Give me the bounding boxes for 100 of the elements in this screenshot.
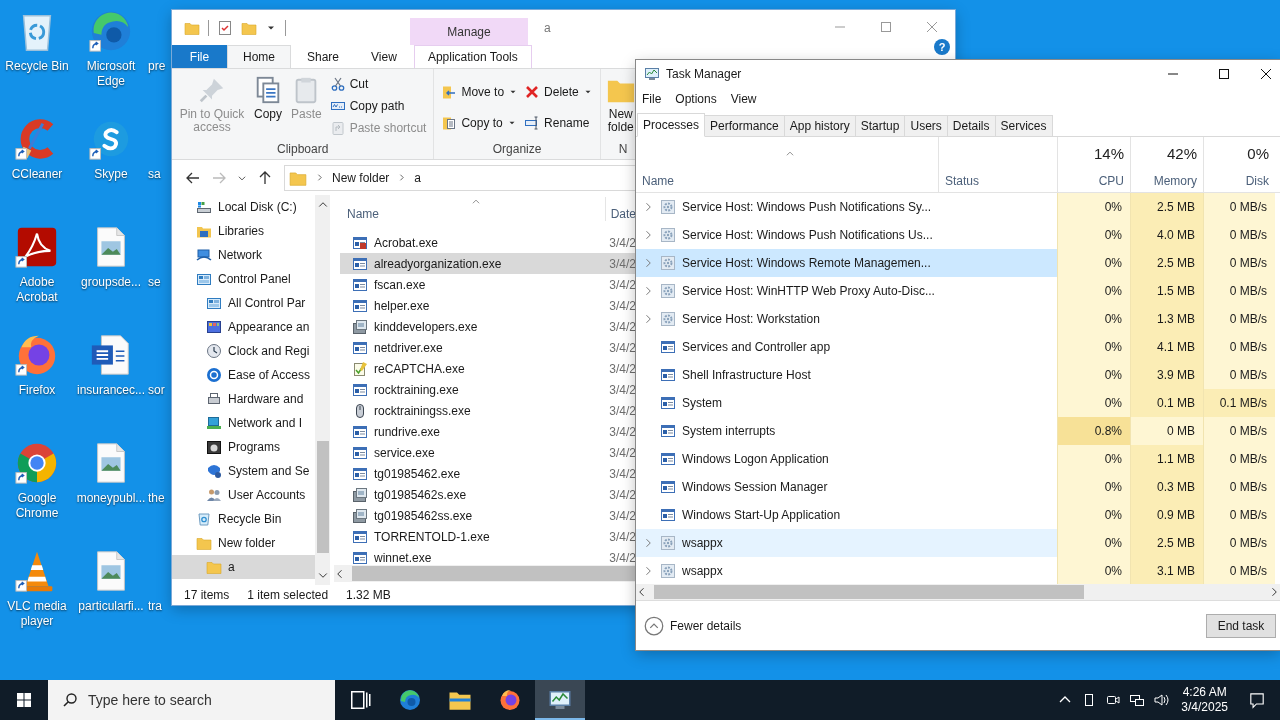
process-row[interactable]: Services and Controller app 0% 4.1 MB 0 MB/s xyxy=(636,333,1280,361)
ribbon-button[interactable]: Copy to xyxy=(438,111,522,134)
navigation-item[interactable]: Programs xyxy=(172,435,315,459)
tab[interactable]: Details xyxy=(946,115,996,136)
network-icon[interactable] xyxy=(1129,692,1146,708)
navigation-item[interactable]: a xyxy=(172,555,315,579)
process-row[interactable]: System interrupts 0.8% 0 MB 0 MB/s xyxy=(636,417,1280,445)
process-row[interactable]: Service Host: WinHTTP Web Proxy Auto-Disc... 0% 1.5 MB 0 MB/s xyxy=(636,277,1280,305)
file-row[interactable]: service.exe 3/4/2 xyxy=(340,442,636,463)
column-header[interactable]: CPU xyxy=(1098,174,1124,188)
navigation-item[interactable]: All Control Par xyxy=(172,291,315,315)
ribbon-tab[interactable]: View xyxy=(355,45,413,68)
navigation-item[interactable]: New folder xyxy=(172,531,315,555)
process-row[interactable]: wsappx 0% 3.1 MB 0 MB/s xyxy=(636,557,1280,584)
tab[interactable]: Startup xyxy=(854,115,906,136)
file-row[interactable]: helper.exe 3/4/2 xyxy=(340,295,636,316)
ribbon-button[interactable]: New folde xyxy=(602,73,636,136)
breadcrumb[interactable]: a xyxy=(414,170,422,185)
breadcrumb[interactable]: New folder xyxy=(332,170,390,185)
process-row[interactable]: Service Host: Windows Push Notifications Sy... 0% 2.5 MB 0 MB/s xyxy=(636,193,1280,221)
ribbon-button[interactable]: Copy xyxy=(250,73,286,123)
process-row[interactable]: Service Host: Windows Remote Managemen... 0% 2.5 MB 0 MB/s xyxy=(636,249,1280,277)
vertical-scrollbar[interactable] xyxy=(315,195,330,585)
column-header[interactable]: Name xyxy=(347,207,605,221)
ribbon-button[interactable]: Copy path xyxy=(326,95,430,117)
navigation-item[interactable]: Libraries xyxy=(172,219,315,243)
navigation-item[interactable]: Hardware and xyxy=(172,387,315,411)
file-row[interactable]: alreadyorganization.exe 3/4/2 xyxy=(340,253,636,274)
column-header[interactable]: Disk xyxy=(1245,174,1269,188)
tab[interactable]: Services xyxy=(994,115,1053,136)
file-row[interactable]: winnet.exe 3/4/2 xyxy=(340,547,636,565)
scrollbar-thumb[interactable] xyxy=(654,585,1084,599)
process-row[interactable]: Service Host: Workstation 0% 1.3 MB 0 MB/s xyxy=(636,305,1280,333)
ribbon-button[interactable]: Cut xyxy=(326,73,430,95)
file-row[interactable]: fscan.exe 3/4/2 xyxy=(340,274,636,295)
address-bar[interactable]: New folder a xyxy=(284,164,636,191)
up-arrow-icon[interactable] xyxy=(257,169,273,186)
navigation-item[interactable]: User Accounts xyxy=(172,483,315,507)
file-row[interactable]: tg01985462s.exe 3/4/2 xyxy=(340,484,636,505)
navigation-item[interactable]: Appearance an xyxy=(172,315,315,339)
program-icon xyxy=(352,297,368,314)
properties-icon[interactable] xyxy=(217,19,233,36)
file-row[interactable]: Acrobat.exe 3/4/2 xyxy=(340,232,636,253)
tab[interactable]: Users xyxy=(904,115,948,136)
file-row[interactable]: kinddevelopers.exe 3/4/2 xyxy=(340,316,636,337)
navigation-item[interactable]: Ease of Access xyxy=(172,363,315,387)
scrollbar-thumb[interactable] xyxy=(352,566,636,581)
column-header[interactable]: Name xyxy=(642,174,938,188)
scrollbar-thumb[interactable] xyxy=(316,441,329,553)
file-name: reCAPTCHA.exe xyxy=(374,361,466,376)
column-header[interactable]: Memory xyxy=(1153,174,1197,188)
end-task-button[interactable]: End task xyxy=(1206,613,1276,638)
clock-date[interactable]: 3/4/2025 xyxy=(1181,700,1228,715)
ribbon-button[interactable]: Delete xyxy=(521,81,596,104)
program-icon xyxy=(352,339,368,356)
navigation-item[interactable]: Clock and Regi xyxy=(172,339,315,363)
notifications-icon[interactable] xyxy=(1248,691,1266,709)
tab[interactable]: Performance xyxy=(704,115,785,136)
navigation-item[interactable]: Local Disk (C:) xyxy=(172,195,315,219)
usage-cell: 0.3 MB xyxy=(1130,473,1203,501)
column-header[interactable]: Status xyxy=(945,174,980,188)
file-row[interactable]: reCAPTCHA.exe 3/4/2 xyxy=(340,358,636,379)
file-row[interactable]: rundrive.exe 3/4/2 xyxy=(340,421,636,442)
tab[interactable]: App history xyxy=(783,115,856,136)
ribbon-tab[interactable]: File xyxy=(172,45,227,68)
ribbon-tab[interactable]: Home xyxy=(227,45,291,68)
file-row[interactable]: tg01985462ss.exe 3/4/2 xyxy=(340,505,636,526)
clock-time[interactable]: 4:26 AM xyxy=(1182,685,1227,700)
horizontal-scrollbar[interactable] xyxy=(636,584,1280,600)
menu-item[interactable]: View xyxy=(730,92,757,106)
volume-icon[interactable] xyxy=(1153,692,1170,708)
file-row[interactable]: rocktrainingss.exe 3/4/2 xyxy=(340,400,636,421)
process-row[interactable]: Windows Session Manager 0% 0.3 MB 0 MB/s xyxy=(636,473,1280,501)
process-row[interactable]: System 0% 0.1 MB 0.1 MB/s xyxy=(636,389,1280,417)
process-row[interactable]: wsappx 0% 2.5 MB 0 MB/s xyxy=(636,529,1280,557)
navigation-item[interactable]: Network and I xyxy=(172,411,315,435)
file-row[interactable]: netdriver.exe 3/4/2 xyxy=(340,337,636,358)
column-header[interactable]: Date xyxy=(605,207,636,221)
ribbon-button[interactable]: Rename xyxy=(521,111,596,134)
process-row[interactable]: Windows Start-Up Application 0% 0.9 MB 0 MB/s xyxy=(636,501,1280,529)
ribbon-tab[interactable]: Share xyxy=(291,45,356,68)
process-row[interactable]: Service Host: Windows Push Notifications Us... 0% 4.0 MB 0 MB/s xyxy=(636,221,1280,249)
fewer-details-button[interactable]: Fewer details xyxy=(644,615,742,636)
horizontal-scrollbar[interactable] xyxy=(334,565,636,582)
search-field[interactable]: Type here to search xyxy=(48,680,335,720)
file-row[interactable]: tg01985462.exe 3/4/2 xyxy=(340,463,636,484)
process-row[interactable]: Shell Infrastructure Host 0% 3.9 MB 0 MB/s xyxy=(636,361,1280,389)
menu-item[interactable]: Options xyxy=(675,92,717,106)
menu-item[interactable]: File xyxy=(642,92,662,106)
process-row[interactable]: Windows Logon Application 0% 1.1 MB 0 MB/s xyxy=(636,445,1280,473)
help-button[interactable]: ? xyxy=(934,39,950,55)
tab[interactable]: Processes xyxy=(637,113,706,137)
file-row[interactable]: rocktraining.exe 3/4/2 xyxy=(340,379,636,400)
taskbar-button[interactable] xyxy=(535,680,585,720)
navigation-item[interactable]: Network xyxy=(172,243,315,267)
navigation-item[interactable]: Recycle Bin xyxy=(172,507,315,531)
ribbon-button[interactable]: Move to xyxy=(438,81,522,104)
navigation-item[interactable]: Control Panel xyxy=(172,267,315,291)
navigation-item[interactable]: System and Se xyxy=(172,459,315,483)
file-row[interactable]: TORRENTOLD-1.exe 3/4/2 xyxy=(340,526,636,547)
